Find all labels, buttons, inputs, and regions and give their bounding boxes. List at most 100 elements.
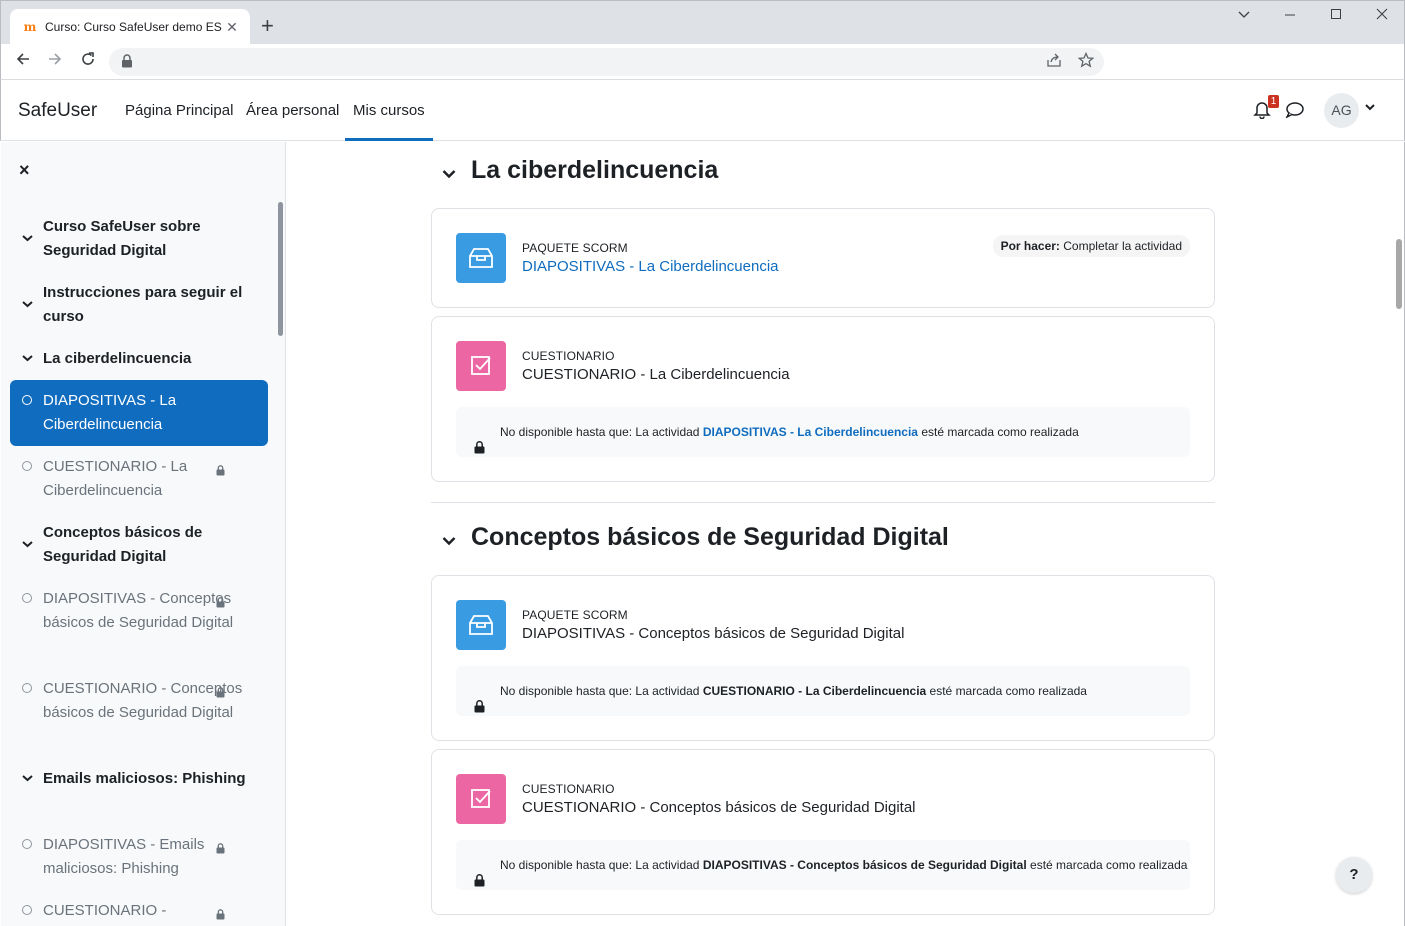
browser-toolbar — [0, 44, 1405, 80]
chevron-down-icon[interactable] — [22, 293, 33, 317]
nav-link-my-courses[interactable]: Mis cursos — [345, 102, 433, 141]
page-scrollbar[interactable] — [1393, 142, 1405, 926]
index-section-label: Curso SafeUser sobre Seguridad Digital — [43, 218, 201, 259]
user-avatar[interactable]: AG — [1324, 93, 1359, 128]
index-activity[interactable]: CUESTIONARIO - Conceptos básicos de Segu… — [10, 677, 268, 725]
new-tab-button[interactable]: + — [261, 15, 274, 37]
completion-status-badge: Por hacer: Completar la actividad — [992, 235, 1190, 257]
lock-icon — [216, 904, 225, 926]
moodle-favicon-icon: m — [23, 20, 37, 34]
completion-circle-icon — [22, 395, 32, 405]
index-activity[interactable]: DIAPOSITIVAS - Emails maliciosos: Phishi… — [10, 833, 268, 881]
reload-icon[interactable] — [77, 51, 99, 73]
index-activity-label: CUESTIONARIO - La Ciberdelincuencia — [43, 458, 188, 499]
restriction-activity: CUESTIONARIO - La Ciberdelincuencia — [702, 684, 927, 698]
lock-icon[interactable] — [121, 54, 133, 73]
activity-type: CUESTIONARIO — [522, 349, 615, 363]
course-content: La ciberdelincuencia PAQUETE SCORM DIAPO… — [287, 142, 1391, 926]
section-divider — [431, 502, 1215, 503]
messages-icon[interactable] — [1285, 101, 1304, 123]
activity-card: PAQUETE SCORM DIAPOSITIVAS - La Ciberdel… — [431, 208, 1215, 308]
bookmark-star-icon[interactable] — [1076, 51, 1096, 72]
notification-count-badge: 1 — [1268, 95, 1279, 108]
chevron-down-icon[interactable] — [22, 227, 33, 251]
minimize-icon[interactable] — [1280, 7, 1300, 23]
close-window-icon[interactable] — [1372, 7, 1392, 23]
site-navbar: SafeUser Página Principal Área personal … — [0, 80, 1405, 141]
index-section-label: Emails maliciosos: Phishing — [43, 770, 246, 787]
activity-name-link[interactable]: DIAPOSITIVAS - La Ciberdelincuencia — [522, 258, 779, 275]
quiz-icon — [456, 341, 506, 391]
activity-type: PAQUETE SCORM — [522, 608, 628, 622]
activity-name: CUESTIONARIO - La Ciberdelincuencia — [522, 366, 790, 383]
tab-search-icon[interactable] — [1234, 7, 1254, 23]
restriction-activity: DIAPOSITIVAS - Conceptos básicos de Segu… — [702, 858, 1027, 872]
section-collapse-chevron-icon[interactable] — [442, 166, 456, 184]
restriction-suffix: esté marcada como realizada — [1030, 858, 1188, 872]
forward-icon[interactable] — [44, 51, 66, 73]
close-tab-icon[interactable]: ✕ — [224, 19, 240, 36]
browser-tab-bar: m Curso: Curso SafeUser demo ES ✕ + — [0, 0, 1405, 45]
index-section-conceptos[interactable]: Conceptos básicos de Seguridad Digital — [10, 521, 268, 569]
activity-card: PAQUETE SCORM DIAPOSITIVAS - Conceptos b… — [431, 575, 1215, 741]
index-activity-label: DIAPOSITIVAS - Emails maliciosos: Phishi… — [43, 836, 205, 877]
close-drawer-icon[interactable]: × — [19, 160, 30, 181]
index-activity[interactable]: DIAPOSITIVAS - Conceptos básicos de Segu… — [10, 587, 268, 635]
address-bar[interactable] — [109, 48, 1104, 76]
scorm-package-icon — [456, 233, 506, 283]
section-title: Conceptos básicos de Seguridad Digital — [471, 523, 949, 551]
index-activity-current[interactable]: DIAPOSITIVAS - La Ciberdelincuencia — [10, 380, 268, 446]
restriction-suffix: esté marcada como realizada — [921, 425, 1079, 439]
chevron-down-icon[interactable] — [22, 347, 33, 371]
section-title: La ciberdelincuencia — [471, 156, 719, 184]
index-section-ciberdelincuencia[interactable]: La ciberdelincuencia — [10, 347, 268, 371]
restriction-suffix: esté marcada como realizada — [929, 684, 1087, 698]
restriction-notice: No disponible hasta que: La actividad DI… — [456, 407, 1190, 457]
share-icon[interactable] — [1044, 52, 1064, 72]
page-scrollbar-thumb[interactable] — [1396, 239, 1402, 309]
browser-tab[interactable]: m Curso: Curso SafeUser demo ES ✕ — [10, 9, 250, 45]
index-activity-label: DIAPOSITIVAS - Conceptos básicos de Segu… — [43, 590, 234, 631]
chevron-down-icon[interactable] — [22, 767, 33, 791]
todo-label: Por hacer: — [1000, 239, 1060, 253]
help-button[interactable]: ? — [1336, 857, 1372, 893]
index-section-instructions[interactable]: Instrucciones para seguir el curso — [10, 281, 268, 329]
site-brand[interactable]: SafeUser — [18, 100, 97, 122]
index-section-course[interactable]: Curso SafeUser sobre Seguridad Digital — [10, 215, 268, 263]
restriction-notice: No disponible hasta que: La actividad DI… — [456, 840, 1190, 890]
activity-type: CUESTIONARIO — [522, 782, 615, 796]
index-activity[interactable]: CUESTIONARIO - — [10, 899, 268, 923]
chevron-down-icon[interactable] — [22, 533, 33, 557]
index-activity-label: CUESTIONARIO - Conceptos básicos de Segu… — [43, 680, 243, 721]
drawer-scrollbar[interactable] — [278, 202, 283, 336]
tab-title: Curso: Curso SafeUser demo ES — [45, 20, 222, 34]
nav-link-dashboard[interactable]: Área personal — [246, 102, 339, 119]
lock-icon — [474, 425, 485, 475]
index-section-label: Conceptos básicos de Seguridad Digital — [43, 524, 203, 565]
user-menu-chevron-down-icon[interactable] — [1365, 102, 1375, 114]
restriction-notice: No disponible hasta que: La actividad CU… — [456, 666, 1190, 716]
todo-text: Completar la actividad — [1063, 239, 1182, 253]
restriction-prefix: No disponible hasta que: La actividad — [500, 684, 700, 698]
lock-icon — [474, 858, 485, 908]
activity-type: PAQUETE SCORM — [522, 241, 628, 255]
nav-link-home[interactable]: Página Principal — [125, 102, 233, 119]
completion-circle-icon — [22, 839, 32, 849]
back-icon[interactable] — [12, 51, 34, 73]
index-section-phishing[interactable]: Emails maliciosos: Phishing — [10, 767, 268, 791]
activity-card: CUESTIONARIO CUESTIONARIO - La Ciberdeli… — [431, 316, 1215, 482]
quiz-icon — [456, 774, 506, 824]
section-collapse-chevron-icon[interactable] — [442, 533, 456, 551]
restriction-activity-link[interactable]: DIAPOSITIVAS - La Ciberdelincuencia — [703, 425, 918, 439]
index-activity[interactable]: CUESTIONARIO - La Ciberdelincuencia — [10, 455, 268, 503]
scorm-package-icon — [456, 600, 506, 650]
restriction-prefix: No disponible hasta que: La actividad — [500, 425, 700, 439]
completion-circle-icon — [22, 683, 32, 693]
restriction-prefix: No disponible hasta que: La actividad — [500, 858, 700, 872]
maximize-icon[interactable] — [1326, 7, 1346, 23]
index-section-label: La ciberdelincuencia — [43, 350, 192, 367]
index-activity-label: CUESTIONARIO - — [43, 902, 167, 919]
completion-circle-icon — [22, 461, 32, 471]
lock-icon — [216, 592, 225, 616]
completion-circle-icon — [22, 593, 32, 603]
